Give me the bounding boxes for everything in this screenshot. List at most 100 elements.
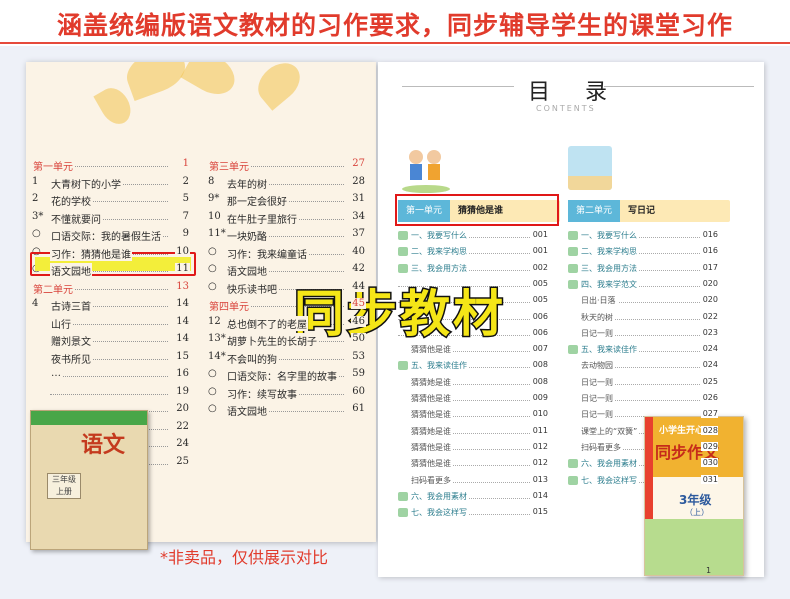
section-icon [398,361,408,371]
section-icon [398,491,408,501]
lesson-number: 4 [32,298,39,309]
workbook-highlight [395,194,559,226]
unit-name: 写日记 [628,206,656,216]
item-page: 006 [530,311,548,321]
leader-dots [50,393,168,395]
item-page: 001 [530,230,548,239]
page-number: 46 [351,315,366,327]
unit-heading: 第三单元 27 [208,158,366,173]
textbook-cover-title: 语文 [81,432,126,458]
page-number: 61 [351,403,366,414]
item-label: 日记一则 [568,376,615,388]
lesson-number: ○ [32,228,41,239]
lesson-title: 语文园地 [226,263,268,278]
page-number: 13 [175,280,190,292]
lesson-number: 8 [208,175,215,187]
lesson-title: 去年的树 [226,175,268,191]
unit-banner: 第二单元 写日记 [568,200,730,222]
section-icon [398,247,408,257]
item-label: 猜猜他是谁 [398,409,453,421]
item-label: 二、我来学构思 [398,246,469,258]
sub-item: 猜猜他是谁 012 [398,441,548,454]
lesson-title: 习作：我来编童话 [226,245,308,261]
lesson-number: 13* [208,333,226,344]
item-label: 三、我会用方法 [568,262,639,274]
item-label: 六、我会用素材 [398,490,469,502]
section-icon [398,263,408,273]
item-label: 猜猜他是谁 [398,393,453,404]
workbook-contents-subtitle: CONTENTS [536,104,596,113]
lesson-number: ○ [208,263,217,274]
item-page: 009 [530,393,548,402]
item-label: 秋天的树 [568,311,615,323]
lesson-title: 一块奶酪 [226,228,268,243]
section-item: 五、我来读佳作 008 [398,360,548,372]
item-label: 去动物园 [568,360,615,372]
item-label: 五、我来读佳作 [568,344,639,356]
item-label: 扫码看更多 [398,474,453,486]
item-page: 023 [700,327,718,337]
contents-row: 19 [32,385,190,400]
sub-item: 猜猜她是谁 011 [398,425,548,438]
lesson-title: 不会叫的狗 [226,350,278,366]
item-label: 一、我要写什么 [398,230,469,241]
workbook-contents-title: 目 录 [528,80,621,105]
item-page: 008 [530,360,548,370]
page-number: 59 [351,368,366,379]
page-number: 2 [181,175,190,187]
contents-row: … 16 [32,368,190,382]
item-page: 012 [530,441,548,451]
banner-title: 涵盖统编版语文教材的习作要求，同步辅导学生的课堂习作 [56,11,733,40]
item-label: 一、我要写什么 [568,230,639,241]
page-number: 60 [351,385,366,397]
contents-row: 9* 那一定会很好 31 [208,193,366,208]
lesson-title: 总也倒不了的老屋 [226,315,308,331]
section-item: 一、我要写什么 016 [568,230,718,242]
lesson-title: 不懂就要问 [50,210,102,226]
page-number: 19 [175,385,190,397]
page-number: 28 [351,175,366,187]
section-icon [568,279,578,289]
item-page: 012 [530,458,548,468]
section-icon [398,508,408,518]
lesson-title: 口语交际：我的暑假生活 [50,228,162,243]
item-label: 四、我来学范文 [568,278,639,290]
item-label: 日记一则 [568,409,615,421]
sub-item: 去动物园 024 [568,360,718,372]
item-page: 014 [530,490,548,500]
sub-item: 猜猜他是谁 012 [398,458,548,470]
section-icon [568,475,578,485]
item-page: 015 [530,507,548,517]
lesson-title: 第二单元 [32,280,74,296]
item-page: 013 [530,474,548,484]
lesson-title: … [50,368,62,379]
item-page: 031 [700,474,718,484]
section-item: 二、我来学构思 016 [568,246,718,258]
lesson-number: 14* [208,350,226,362]
unit-heading: 第一单元 1 [32,158,190,173]
lesson-number: 9* [208,193,220,204]
lesson-title: 夜书所见 [50,350,92,366]
lesson-title: 在牛肚子里旅行 [226,210,298,226]
page-number: 34 [351,210,366,222]
page-number: 40 [351,245,366,257]
page-number: 31 [351,193,366,204]
workbook-cover: 小学生开心 同步作文 3年级 （上） [644,416,744,576]
section-icon [568,263,578,273]
contents-row: 8 去年的树 28 [208,175,366,191]
lesson-number: 1 [32,175,39,187]
sub-item: 日出·日落 020 [568,295,718,307]
unit-heading: 第二单元 13 [32,280,190,296]
item-page: 001 [530,246,548,256]
contents-row: ○ 语文园地 61 [208,403,366,418]
item-page: 010 [530,409,548,419]
sub-item: 日记一则 025 [568,376,718,389]
lesson-number: ○ [208,245,217,257]
lesson-title: 第四单元 [208,298,250,313]
lesson-title: 第一单元 [32,158,74,173]
page-number: 53 [351,350,366,362]
section-item: 一、我要写什么 001 [398,230,548,242]
item-label: 二、我来学构思 [568,246,639,258]
section-item: 五、我来读佳作 024 [568,344,718,356]
lesson-title: 那一定会很好 [226,193,288,208]
